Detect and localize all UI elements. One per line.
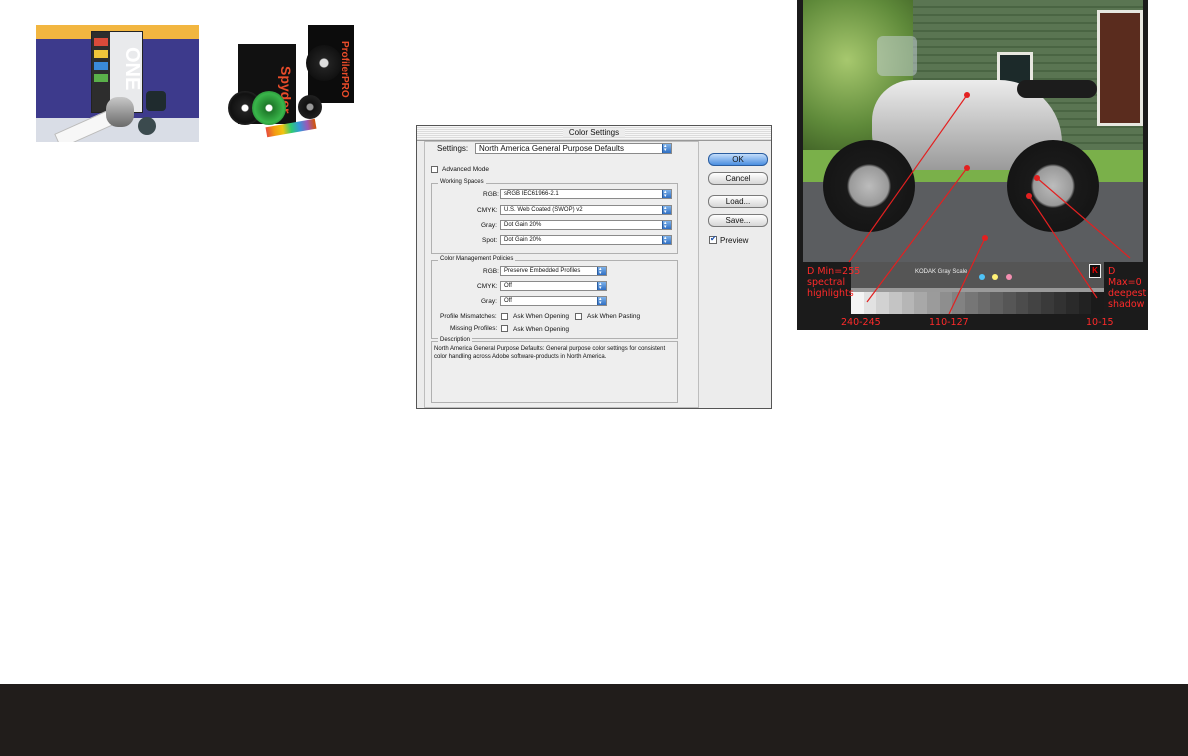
- advanced-mode-checkbox[interactable]: [431, 166, 438, 173]
- ws-rgb-value: sRGB IEC61966-2.1: [504, 191, 559, 197]
- motorcycle-gray-scale-photo: KODAK Gray Scale K D Min=255 spectral hi…: [797, 0, 1148, 330]
- spyder-product-photo: Spyder ProfilerPRO: [228, 25, 356, 142]
- dialog-body: Settings: North America General Purpose …: [424, 141, 699, 408]
- chevron-updown-icon: [597, 265, 606, 277]
- profile-mismatches-label: Profile Mismatches:: [440, 313, 497, 320]
- working-spaces-title: Working Spaces: [438, 179, 486, 185]
- cancel-button[interactable]: Cancel: [708, 172, 768, 185]
- dmin-annotation: D Min=255 spectral highlights: [807, 266, 860, 299]
- colorimeter-device: [106, 97, 134, 127]
- dmin-label: D Min=255: [807, 266, 861, 277]
- description-text: North America General Purpose Defaults: …: [434, 346, 666, 360]
- color-management-policies-group: Color Management Policies RGB: Preserve …: [431, 256, 678, 339]
- ws-cmyk-label: CMYK:: [477, 207, 498, 214]
- cd-disc: [252, 91, 286, 125]
- chevron-updown-icon: [662, 204, 671, 216]
- ok-button[interactable]: OK: [708, 153, 768, 166]
- dmax-label: D Max=0: [1108, 266, 1142, 288]
- description-group: Description North America General Purpos…: [431, 337, 678, 403]
- ws-rgb-label: RGB:: [483, 191, 499, 198]
- load-button[interactable]: Load...: [708, 195, 768, 208]
- mismatch-ask-pasting-label: Ask When Pasting: [587, 313, 641, 320]
- missing-profiles-label: Missing Profiles:: [450, 325, 498, 332]
- ws-cmyk-select[interactable]: U.S. Web Coated (SWOP) v2: [500, 204, 672, 216]
- dmax-label-2: deepest: [1108, 288, 1147, 299]
- preview-checkbox[interactable]: [709, 234, 717, 244]
- value-label-mid: 110-127: [929, 317, 969, 328]
- chevron-updown-icon: [662, 234, 671, 246]
- ws-spot-select[interactable]: Dot Gain 20%: [500, 234, 672, 246]
- dmin-label-3: highlights: [807, 288, 854, 299]
- policy-rgb-select[interactable]: Preserve Embedded Profiles: [500, 265, 607, 277]
- color-settings-dialog: Color Settings Settings: North America G…: [416, 125, 772, 409]
- mismatch-ask-opening-checkbox[interactable]: [501, 313, 508, 320]
- preview-label: Preview: [720, 236, 749, 245]
- policy-gray-value: Off: [504, 298, 512, 304]
- dialog-titlebar[interactable]: Color Settings: [417, 126, 771, 141]
- ws-gray-value: Dot Gain 20%: [504, 222, 542, 228]
- chevron-updown-icon: [597, 295, 606, 307]
- advanced-mode-label: Advanced Mode: [442, 166, 489, 173]
- settings-select[interactable]: North America General Purpose Defaults: [475, 142, 672, 155]
- eye-one-product-photo: ONE: [36, 25, 199, 142]
- dialog-title: Color Settings: [562, 128, 626, 137]
- missing-ask-opening-label: Ask When Opening: [513, 326, 570, 333]
- cd-disc: [298, 95, 322, 119]
- ws-spot-value: Dot Gain 20%: [504, 237, 542, 243]
- chevron-updown-icon: [662, 188, 671, 200]
- value-label-right: 10-15: [1086, 317, 1114, 328]
- dmin-label-2: spectral: [807, 277, 846, 288]
- policy-cmyk-select[interactable]: Off: [500, 280, 607, 292]
- policy-cmyk-value: Off: [504, 283, 512, 289]
- value-label-left: 240-245: [841, 317, 881, 328]
- ws-rgb-select[interactable]: sRGB IEC61966-2.1: [500, 188, 672, 200]
- settings-select-value: North America General Purpose Defaults: [479, 144, 624, 153]
- product-logo-text: ONE: [121, 47, 143, 91]
- settings-label: Settings:: [437, 144, 469, 153]
- policy-cmyk-label: CMYK:: [477, 283, 498, 290]
- ws-gray-select[interactable]: Dot Gain 20%: [500, 219, 672, 231]
- missing-ask-opening-checkbox[interactable]: [501, 325, 508, 332]
- ws-gray-label: Gray:: [481, 222, 497, 229]
- ws-spot-label: Spot:: [482, 237, 498, 244]
- cd-disc: [306, 45, 342, 81]
- ws-cmyk-value: U.S. Web Coated (SWOP) v2: [504, 207, 583, 213]
- chevron-updown-icon: [662, 142, 671, 155]
- dmax-label-3: shadow: [1108, 299, 1145, 310]
- policy-rgb-label: RGB:: [483, 268, 499, 275]
- sensor-puck: [146, 91, 166, 111]
- mismatch-ask-pasting-checkbox[interactable]: [575, 313, 582, 320]
- save-button[interactable]: Save...: [708, 214, 768, 227]
- footer-bar: [0, 684, 1188, 756]
- chevron-updown-icon: [662, 219, 671, 231]
- policy-gray-select[interactable]: Off: [500, 295, 607, 307]
- working-spaces-group: Working Spaces RGB: sRGB IEC61966-2.1 CM…: [431, 179, 678, 254]
- policy-rgb-value: Preserve Embedded Profiles: [504, 268, 581, 274]
- description-title: Description: [438, 337, 473, 343]
- chevron-updown-icon: [597, 280, 606, 292]
- mismatch-ask-opening-label: Ask When Opening: [513, 313, 570, 320]
- dmax-annotation: D Max=0 deepest shadow: [1108, 266, 1148, 310]
- sensor-device: [138, 117, 156, 135]
- policy-gray-label: Gray:: [481, 298, 497, 305]
- policies-title: Color Management Policies: [438, 256, 516, 262]
